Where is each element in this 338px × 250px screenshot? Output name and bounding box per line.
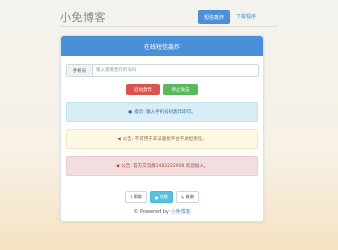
help-button[interactable]: ? 帮助 [125,191,147,203]
warning-alert-text: 公告: 不可用于非法骚扰平台不承担责任。 [122,137,207,142]
guide-button-label: 攻略 [159,194,168,199]
main-panel: 在线短信轰炸 手机号 启动轰炸 停止攻击 ● 提示: 输入手机号码轰炸即可。 ◀… [60,35,264,222]
footer-button-row: ? 帮助 ● 攻略 ✎ 致谢 [61,191,263,203]
powered-by: © Powered by 小免博客 [61,208,263,215]
megaphone-icon: ◀ [117,136,121,142]
guide-button[interactable]: ● 攻略 [149,191,173,203]
start-button[interactable]: 启动轰炸 [126,84,160,95]
thanks-button-label: 致谢 [185,194,194,199]
phone-input[interactable] [93,65,258,76]
info-icon: ● [128,109,133,115]
danger-alert: ◀ 公告: 官方交流群1482222908 欢迎加入。 [66,156,258,176]
phone-input-label: 手机号 [67,65,93,76]
question-icon: ? [130,194,133,200]
info-alert: ● 提示: 输入手机号码轰炸即可。 [66,102,258,122]
megaphone-icon: ◀ [115,163,120,169]
powered-by-prefix: © Powered by [133,209,169,215]
nav-download-link[interactable]: 下载程序 [236,13,256,20]
header-divider [60,26,278,27]
danger-alert-text: 公告: 官方交流群1482222908 欢迎加入。 [121,164,209,169]
phone-input-group: 手机号 [66,64,259,77]
help-button-label: 帮助 [133,194,142,199]
thanks-button[interactable]: ✎ 致谢 [175,191,199,203]
nav-sms-bomb-button[interactable]: 短信轰炸 [198,10,230,24]
panel-title: 在线短信轰炸 [61,36,263,56]
user-icon: ● [154,194,159,200]
warning-alert: ◀ 公告: 不可用于非法骚扰平台不承担责任。 [66,129,258,149]
action-button-row: 启动轰炸 停止攻击 [61,84,263,95]
brand-title[interactable]: 小免博客 [60,9,106,25]
stop-button[interactable]: 停止攻击 [163,84,198,95]
powered-by-link[interactable]: 小免博客 [171,209,191,215]
info-alert-text: 提示: 输入手机号码轰炸即可。 [134,110,196,115]
pencil-icon: ✎ [180,194,185,200]
